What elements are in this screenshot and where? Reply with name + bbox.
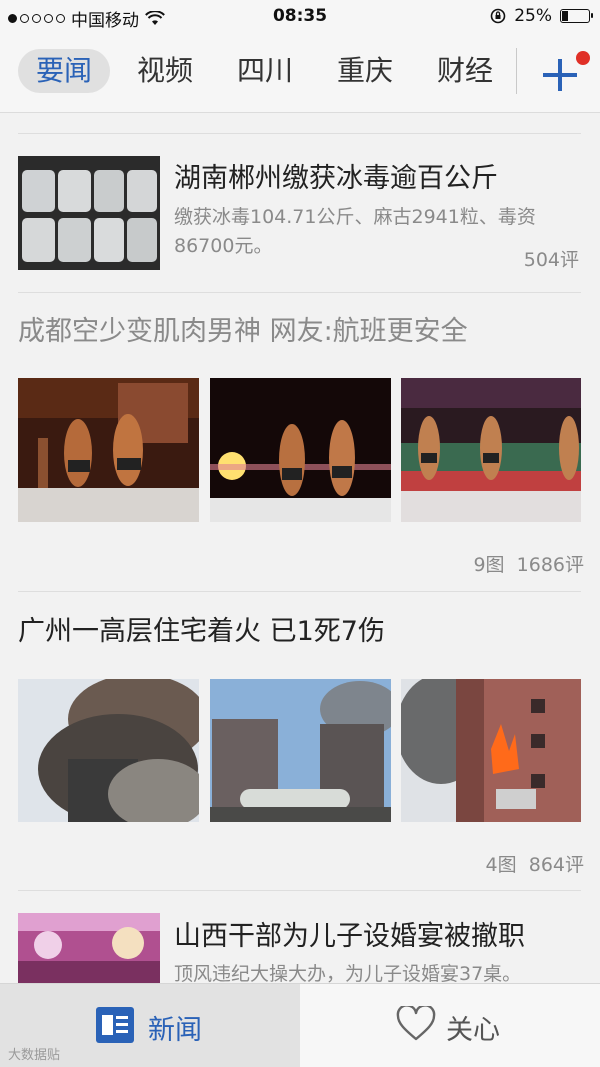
divider bbox=[18, 591, 581, 592]
news-summary: 顶风违纪大操大办，为儿子设婚宴37桌。 bbox=[174, 963, 522, 983]
tab-chongqing[interactable]: 重庆 bbox=[337, 49, 393, 93]
gallery-meta: 9图 1686评 bbox=[473, 550, 584, 577]
tab-divider bbox=[516, 48, 517, 94]
status-right: 25% bbox=[490, 6, 593, 26]
news-summary: 缴获冰毒104.71公斤、麻古2941粒、毒资86700元。 bbox=[174, 206, 536, 257]
status-bar: 中国移动 08:35 25% bbox=[0, 0, 600, 34]
gallery-image[interactable] bbox=[210, 679, 391, 822]
news-thumbnail-wedding[interactable] bbox=[18, 913, 160, 983]
news-thumbnail-drugs[interactable] bbox=[18, 156, 160, 270]
gallery-image[interactable] bbox=[401, 378, 581, 522]
nav-follow[interactable]: 关心 bbox=[300, 984, 600, 1067]
add-channel-button[interactable] bbox=[540, 56, 580, 96]
battery-icon bbox=[560, 9, 593, 23]
image-count: 4图 bbox=[485, 854, 517, 876]
tab-sichuan[interactable]: 四川 bbox=[237, 49, 293, 93]
nav-follow-label: 关心 bbox=[446, 1015, 500, 1046]
gallery-image[interactable] bbox=[210, 378, 391, 522]
tab-finance[interactable]: 财经 bbox=[437, 49, 493, 93]
gallery-meta: 4图 864评 bbox=[486, 850, 584, 877]
notification-dot bbox=[576, 51, 590, 65]
watermark: 大数据贴 bbox=[8, 1048, 61, 1063]
image-count: 9图 bbox=[473, 554, 505, 576]
newspaper-icon bbox=[96, 1007, 134, 1043]
headline[interactable]: 成都空少变肌肉男神 网友:航班更安全 bbox=[18, 309, 468, 348]
comment-count: 864评 bbox=[528, 854, 584, 876]
tab-yaowen[interactable]: 要闻 bbox=[18, 49, 111, 93]
divider bbox=[18, 133, 581, 134]
comment-count: 504评 bbox=[523, 249, 579, 271]
tab-video[interactable]: 视频 bbox=[137, 49, 193, 93]
rotation-lock-icon bbox=[490, 8, 506, 24]
divider bbox=[18, 890, 581, 891]
bottom-nav: 新闻 关心 bbox=[0, 983, 600, 1067]
gallery-image[interactable] bbox=[18, 679, 199, 822]
gallery-image[interactable] bbox=[18, 378, 199, 522]
comment-count: 1686评 bbox=[516, 554, 584, 576]
nav-news-label: 新闻 bbox=[148, 1015, 202, 1046]
channel-tabs: 要闻 视频 四川 重庆 财经 bbox=[0, 34, 600, 113]
battery-percent: 25% bbox=[514, 6, 552, 26]
headline[interactable]: 湖南郴州缴获冰毒逾百公斤 bbox=[174, 156, 498, 195]
divider bbox=[18, 292, 581, 293]
headline[interactable]: 广州一高层住宅着火 已1死7伤 bbox=[18, 609, 385, 648]
battery-level bbox=[562, 11, 568, 21]
headline[interactable]: 山西干部为儿子设婚宴被撤职 bbox=[174, 914, 525, 953]
gallery-image[interactable] bbox=[401, 679, 581, 822]
heart-icon bbox=[396, 1006, 436, 1041]
